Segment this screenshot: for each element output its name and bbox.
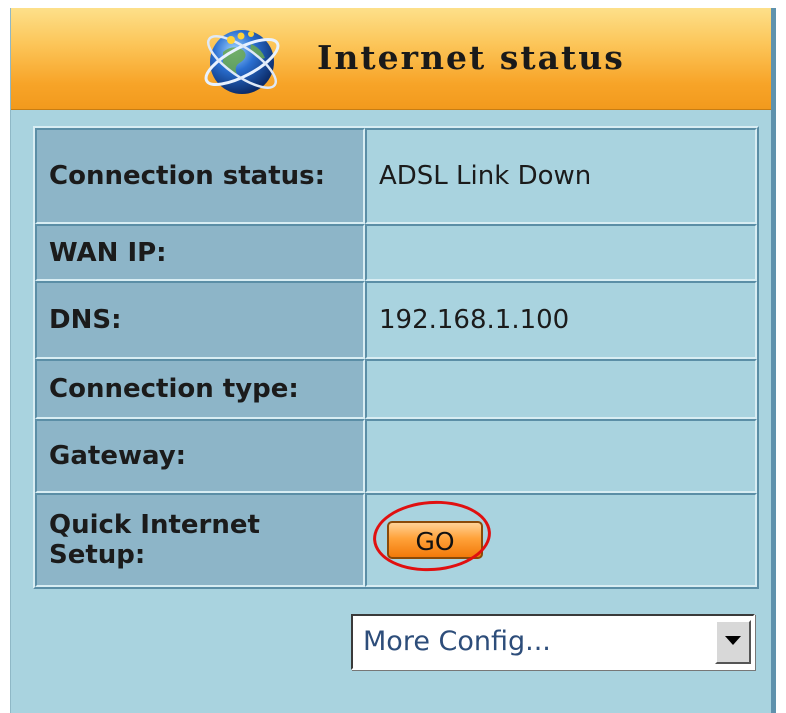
more-config-select[interactable]: More Config... [351,614,755,670]
panel-header: Internet status [11,8,771,110]
row-label: DNS: [35,281,365,359]
table-row: Gateway: [35,419,757,493]
go-button[interactable]: GO [387,521,483,559]
table-row: WAN IP: [35,224,757,281]
internet-status-panel: Internet status Connection status: ADSL … [10,8,776,713]
table-row: Connection status: ADSL Link Down [35,128,757,224]
row-value [365,419,757,493]
table-row: Quick Internet Setup: GO [35,493,757,587]
table-row: Connection type: [35,359,757,419]
more-config-selected: More Config... [363,626,551,657]
row-label: Gateway: [35,419,365,493]
row-value: ADSL Link Down [365,128,757,224]
row-label: Connection status: [35,128,365,224]
table-row: DNS: 192.168.1.100 [35,281,757,359]
chevron-down-icon [725,636,741,645]
row-label: WAN IP: [35,224,365,281]
row-label: Quick Internet Setup: [35,493,365,587]
panel-title: Internet status [317,38,625,77]
page: Internet status Connection status: ADSL … [0,0,786,713]
row-value [365,224,757,281]
status-table: Connection status: ADSL Link Down WAN IP… [33,126,759,589]
row-value: 192.168.1.100 [365,281,757,359]
row-value [365,359,757,419]
dropdown-arrow-button[interactable] [715,620,751,664]
quick-setup-cell: GO [365,493,757,587]
globe-network-icon [204,30,280,94]
row-label: Connection type: [35,359,365,419]
go-button-wrap: GO [370,496,494,576]
